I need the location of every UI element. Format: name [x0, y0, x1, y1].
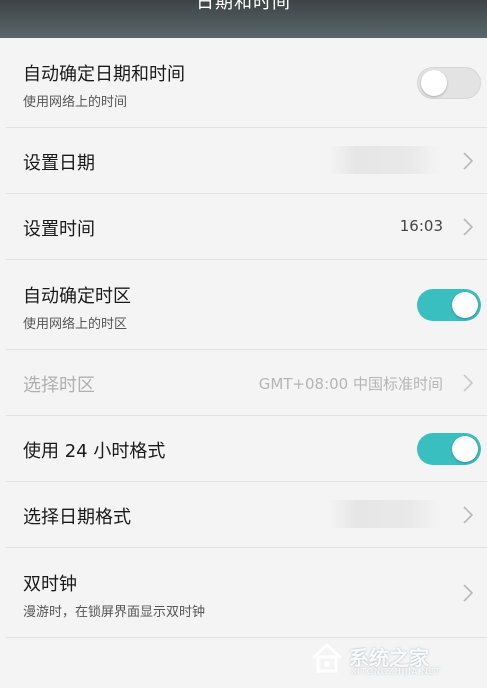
row-sublabel: 漫游时，在锁屏界面显示双时钟: [23, 605, 206, 620]
row-select-timezone[interactable]: 选择时区 GMT+08:00 中国标准时间: [6, 350, 487, 416]
row-set-time[interactable]: 设置时间 16:03: [6, 194, 487, 260]
toggle-knob: [452, 436, 478, 462]
chevron-right-icon: [461, 372, 475, 394]
row-label: 设置时间: [23, 219, 95, 240]
row-dual-clock[interactable]: 双时钟 漫游时，在锁屏界面显示双时钟: [6, 548, 487, 638]
row-label: 自动确定日期和时间: [23, 64, 185, 85]
row-auto-timezone[interactable]: 自动确定时区 使用网络上的时区: [6, 260, 487, 350]
24-hour-format-toggle[interactable]: [417, 433, 481, 465]
date-value-blurred: [329, 146, 439, 174]
page-title: 日期和时间: [196, 0, 291, 13]
row-label: 自动确定时区: [23, 286, 131, 307]
row-sublabel: 使用网络上的时间: [23, 95, 128, 110]
row-auto-date-time[interactable]: 自动确定日期和时间 使用网络上的时间: [6, 38, 487, 128]
row-24-hour-format[interactable]: 使用 24 小时格式: [6, 416, 487, 482]
toggle-knob: [421, 70, 447, 96]
chevron-right-icon: [461, 150, 475, 172]
timezone-value: GMT+08:00 中国标准时间: [258, 375, 443, 393]
row-label: 双时钟: [23, 574, 77, 595]
date-format-value-blurred: [329, 500, 439, 528]
auto-timezone-toggle[interactable]: [417, 289, 481, 321]
system-home-logo-icon: [309, 640, 345, 676]
toggle-knob: [452, 292, 478, 318]
settings-list: 自动确定日期和时间 使用网络上的时间 设置日期 设置时间 16:03 自动确定时…: [6, 38, 487, 638]
row-label: 选择日期格式: [23, 507, 131, 528]
chevron-right-icon: [461, 582, 475, 604]
row-set-date[interactable]: 设置日期: [6, 128, 487, 194]
row-label: 使用 24 小时格式: [23, 441, 166, 462]
chevron-right-icon: [461, 216, 475, 238]
row-label: 设置日期: [23, 153, 95, 174]
auto-date-time-toggle[interactable]: [417, 67, 481, 99]
row-label: 选择时区: [23, 375, 95, 396]
row-sublabel: 使用网络上的时区: [23, 317, 128, 332]
row-date-format[interactable]: 选择日期格式: [6, 482, 487, 548]
watermark: 系统之家 XITONGZHIJIA.NET: [309, 636, 479, 680]
chevron-right-icon: [461, 504, 475, 526]
watermark-url: XITONGZHIJIA.NET: [351, 667, 441, 676]
time-value: 16:03: [399, 217, 443, 235]
app-header: 日期和时间: [0, 0, 487, 38]
